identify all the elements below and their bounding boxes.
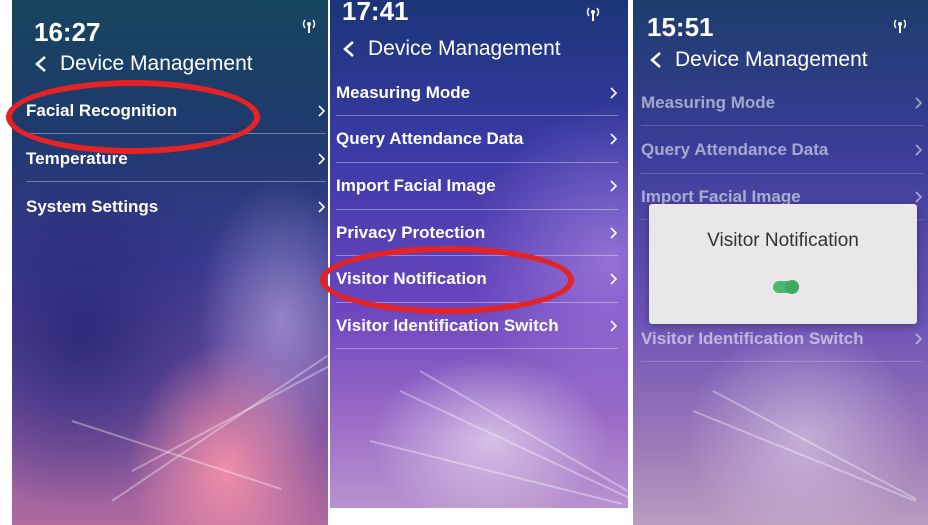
menu-item-label: Visitor Identification Switch xyxy=(641,328,864,348)
chevron-right-icon xyxy=(318,201,326,213)
menu-item-label: Temperature xyxy=(26,148,128,168)
header: Device Management xyxy=(649,48,868,72)
visitor-notification-toggle[interactable] xyxy=(773,280,799,294)
back-arrow-icon[interactable] xyxy=(34,55,48,73)
screen-panel-1: 16:27 Device Management Facial Recogniti… xyxy=(12,0,328,525)
wifi-signal-icon xyxy=(302,19,316,33)
chevron-right-icon xyxy=(610,180,618,192)
chevron-right-icon xyxy=(610,86,618,99)
chevron-right-icon xyxy=(610,226,618,239)
menu-item-visitor-identification-switch[interactable]: Visitor Identification Switch xyxy=(336,303,618,349)
screen-panel-3: 15:51 Device Management Measuring Mode Q… xyxy=(633,0,928,525)
menu-item-measuring-mode[interactable]: Measuring Mode xyxy=(336,70,618,116)
menu-item-system-settings[interactable]: System Settings xyxy=(26,184,326,230)
menu-item-label: System Settings xyxy=(26,197,159,216)
menu-item-label: Facial Recognition xyxy=(26,100,178,120)
status-time: 15:51 xyxy=(647,12,714,42)
wifi-signal-icon xyxy=(893,19,907,33)
back-arrow-icon[interactable] xyxy=(342,40,356,58)
page-title: Device Management xyxy=(675,48,868,71)
menu-item-label: Privacy Protection xyxy=(336,222,486,242)
chevron-right-icon xyxy=(610,273,618,285)
wifi-signal-icon xyxy=(586,7,600,21)
chevron-right-icon xyxy=(610,319,618,332)
menu-item-label: Query Attendance Data xyxy=(336,129,524,148)
header: Device Management xyxy=(342,37,561,61)
menu-item-query-attendance-data[interactable]: Query Attendance Data xyxy=(641,127,923,174)
chevron-right-icon xyxy=(610,133,618,145)
menu-item-import-facial-image[interactable]: Import Facial Image xyxy=(336,163,618,210)
menu-item-label: Import Facial Image xyxy=(336,176,496,195)
status-time: 17:41 xyxy=(342,0,409,26)
menu-item-label: Query Attendance Data xyxy=(641,140,829,159)
screen-panel-2: 17:41 Device Management Measuring Mode Q… xyxy=(330,0,628,508)
menu-item-facial-recognition[interactable]: Facial Recognition xyxy=(26,88,326,134)
chevron-right-icon xyxy=(915,332,923,345)
page-title: Device Management xyxy=(60,52,253,75)
menu-item-privacy-protection[interactable]: Privacy Protection xyxy=(336,210,618,256)
menu-item-label: Measuring Mode xyxy=(336,82,471,102)
toggle-knob xyxy=(785,280,799,294)
chevron-right-icon xyxy=(915,144,923,156)
page-title: Device Management xyxy=(368,37,561,60)
menu-item-query-attendance-data[interactable]: Query Attendance Data xyxy=(336,116,618,163)
chevron-right-icon xyxy=(318,104,326,117)
chevron-right-icon xyxy=(915,190,923,203)
menu-item-temperature[interactable]: Temperature xyxy=(26,136,326,182)
menu-item-label: Visitor Notification xyxy=(336,269,487,288)
chevron-right-icon xyxy=(318,152,326,165)
menu-item-measuring-mode[interactable]: Measuring Mode xyxy=(641,80,923,126)
chevron-right-icon xyxy=(915,96,923,109)
status-time: 16:27 xyxy=(34,17,101,47)
dialog-title: Visitor Notification xyxy=(707,230,859,251)
menu-item-label: Measuring Mode xyxy=(641,92,776,112)
back-arrow-icon[interactable] xyxy=(649,51,663,69)
menu-item-visitor-notification[interactable]: Visitor Notification xyxy=(336,256,618,303)
menu-item-label: Visitor Identification Switch xyxy=(336,315,559,335)
visitor-notification-dialog: Visitor Notification xyxy=(649,204,917,324)
header: Device Management xyxy=(34,52,253,76)
